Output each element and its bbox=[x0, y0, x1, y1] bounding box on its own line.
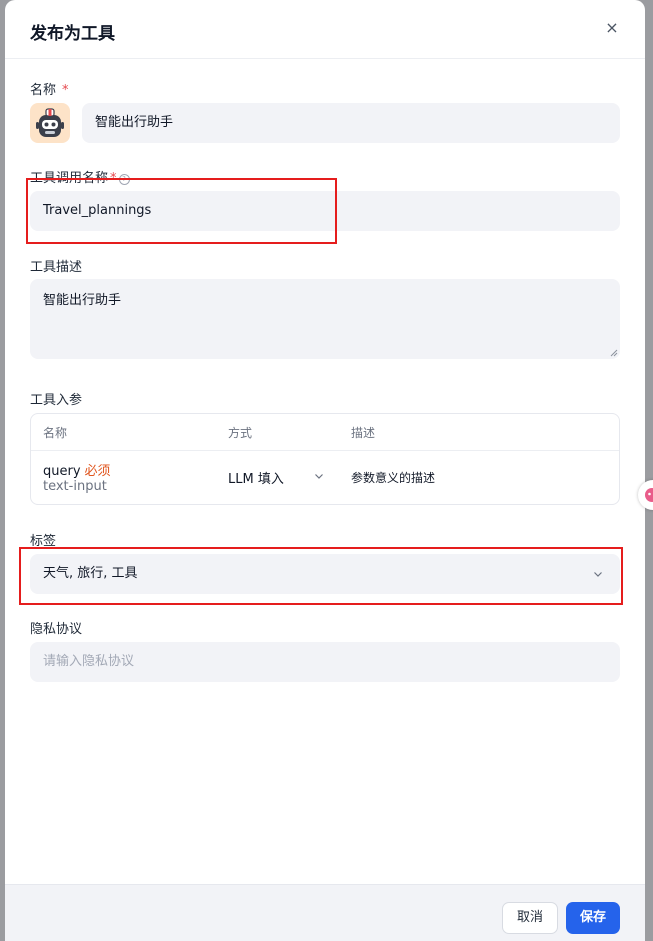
privacy-label: 隐私协议 bbox=[30, 622, 83, 637]
call-name-input[interactable]: Travel_plannings bbox=[30, 191, 620, 231]
tags-select[interactable]: 天气, 旅行, 工具 bbox=[30, 554, 620, 594]
name-label-text: 名称 bbox=[30, 83, 57, 98]
column-header-description: 描述 bbox=[351, 426, 376, 440]
dialog-title: 发布为工具 bbox=[30, 24, 115, 44]
param-type: text-input bbox=[43, 479, 107, 494]
cancel-button[interactable]: 取消 bbox=[502, 902, 558, 934]
description-textarea[interactable]: 智能出行助手 bbox=[30, 279, 620, 359]
call-name-label: 工具调用名称 *? bbox=[30, 167, 130, 186]
params-label: 工具入参 bbox=[30, 393, 83, 408]
call-name-label-text: 工具调用名称 bbox=[30, 171, 109, 186]
param-description-input[interactable]: 参数意义的描述 bbox=[351, 469, 435, 486]
dialog-header: 发布为工具 × bbox=[5, 0, 645, 59]
resize-handle-icon[interactable] bbox=[610, 349, 618, 357]
column-header-name: 名称 bbox=[43, 426, 68, 440]
param-required-tag: 必须 bbox=[84, 464, 111, 479]
description-value: 智能出行助手 bbox=[43, 293, 122, 308]
publish-tool-dialog: 发布为工具 × 名称 * 智能出行助手 工具调用名称 *? Travel_plann… bbox=[5, 0, 645, 941]
params-table-header: 名称 方式 描述 bbox=[31, 414, 619, 451]
save-button[interactable]: 保存 bbox=[566, 902, 620, 934]
column-header-method: 方式 bbox=[228, 426, 253, 440]
param-name: query 必须 bbox=[43, 460, 111, 479]
privacy-input[interactable]: 请输入隐私协议 bbox=[30, 642, 620, 682]
params-table: 名称 方式 描述 query 必须 text-input LLM 填入 参数意义的… bbox=[30, 413, 620, 505]
param-method-value: LLM 填入 bbox=[228, 472, 284, 487]
tags-label: 标签 bbox=[30, 534, 57, 549]
close-icon[interactable]: × bbox=[603, 19, 621, 37]
help-icon[interactable]: ? bbox=[118, 174, 130, 185]
dialog-footer: 取消 保存 bbox=[5, 884, 645, 941]
param-method-select[interactable]: LLM 填入 bbox=[228, 468, 328, 488]
name-input[interactable]: 智能出行助手 bbox=[82, 103, 620, 143]
floating-assistant-icon[interactable] bbox=[638, 480, 653, 510]
chevron-down-icon bbox=[594, 572, 602, 577]
chevron-down-icon bbox=[315, 474, 323, 479]
param-name-text: query bbox=[43, 464, 81, 479]
required-mark: * bbox=[62, 83, 69, 98]
privacy-placeholder: 请输入隐私协议 bbox=[43, 654, 135, 669]
tags-value: 天气, 旅行, 工具 bbox=[43, 566, 138, 581]
robot-avatar-icon[interactable] bbox=[30, 103, 70, 143]
required-mark: * bbox=[110, 171, 117, 186]
description-label: 工具描述 bbox=[30, 260, 83, 275]
name-label: 名称 * bbox=[30, 79, 69, 98]
name-input-value: 智能出行助手 bbox=[95, 115, 174, 130]
call-name-input-value: Travel_plannings bbox=[43, 203, 152, 218]
